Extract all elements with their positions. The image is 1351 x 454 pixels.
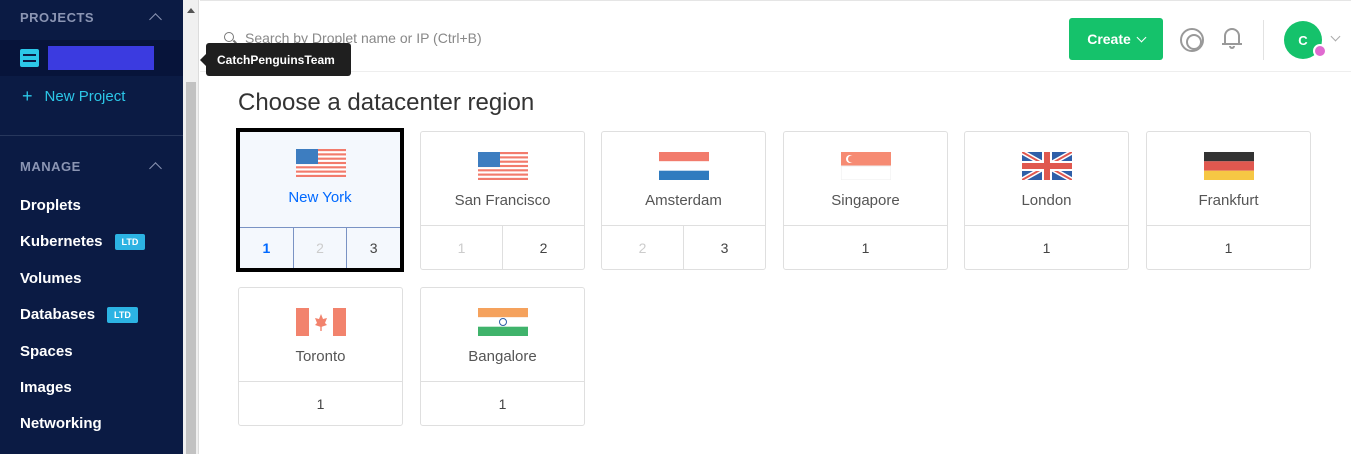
avatar-badge-icon: [1313, 44, 1327, 58]
region-card-london[interactable]: London 1: [964, 131, 1129, 270]
region-card-frankfurt[interactable]: Frankfurt 1: [1146, 131, 1311, 270]
datacenter-number-group: 123: [240, 227, 400, 268]
scroll-up-arrow-icon[interactable]: [187, 8, 195, 13]
sidebar-item-kubernetes[interactable]: Kubernetes LTD: [20, 233, 146, 250]
projects-heading: PROJECTS: [20, 10, 95, 25]
datacenter-number-option: 2: [638, 239, 647, 256]
region-name: Amsterdam: [645, 192, 722, 209]
region-card-amsterdam[interactable]: Amsterdam 2 3: [601, 131, 766, 270]
in-flag-icon: [478, 308, 528, 336]
region-name: Bangalore: [468, 348, 537, 365]
region-card-new-york[interactable]: New York 1 2 3: [236, 128, 404, 272]
create-button[interactable]: Create: [1069, 18, 1163, 60]
ltd-badge: LTD: [107, 306, 138, 323]
datacenter-number-option[interactable]: 3: [346, 228, 400, 268]
us-flag-icon: [296, 149, 346, 177]
sidebar-item-volumes[interactable]: Volumes: [20, 270, 81, 287]
datacenter-number-group: 1: [421, 381, 584, 425]
datacenter-number-option[interactable]: 1: [1147, 226, 1310, 269]
region-name: Singapore: [831, 192, 900, 209]
new-project-label: New Project: [44, 87, 126, 105]
datacenter-number-group: 12: [421, 225, 584, 269]
uk-flag-icon: [1020, 149, 1074, 183]
sidebar-item-label: Droplets: [20, 197, 81, 214]
sidebar-item-label: Kubernetes: [20, 233, 103, 250]
sidebar-item-label: Images: [20, 379, 72, 396]
sidebar: PROJECTS + New Project MANAGE Droplets K…: [0, 0, 183, 454]
project-item[interactable]: [0, 40, 183, 76]
manage-heading: MANAGE: [20, 159, 81, 174]
sidebar-item-droplets[interactable]: Droplets: [20, 197, 81, 214]
topbar-divider: [1263, 20, 1264, 60]
region-card-san-francisco[interactable]: San Francisco 1 2: [420, 131, 585, 270]
sidebar-scrollbar[interactable]: [183, 0, 199, 454]
sidebar-item-images[interactable]: Images: [20, 379, 72, 396]
plus-icon: +: [22, 86, 33, 106]
sidebar-divider: [0, 135, 183, 136]
ltd-badge: LTD: [114, 233, 146, 250]
manage-collapse-icon[interactable]: [149, 162, 162, 175]
sidebar-item-label: Databases: [20, 306, 96, 323]
region-name: Toronto: [295, 348, 346, 365]
region-name: San Francisco: [454, 192, 551, 209]
datacenter-number-option[interactable]: 2: [502, 226, 584, 269]
datacenter-number-option[interactable]: 1: [965, 226, 1128, 269]
datacenter-number-option: 1: [457, 239, 466, 256]
us-flag-icon: [478, 152, 528, 180]
region-name: New York: [288, 189, 352, 206]
search-icon: [224, 32, 234, 42]
ca-flag-icon: [296, 308, 346, 336]
sidebar-item-networking[interactable]: Networking: [20, 415, 102, 432]
datacenter-number-option[interactable]: 1: [239, 382, 402, 425]
datacenter-number-option[interactable]: 3: [683, 226, 765, 269]
region-card-singapore[interactable]: Singapore 1: [783, 131, 948, 270]
create-button-label: Create: [1087, 31, 1131, 47]
datacenter-number-group: 1: [784, 225, 947, 269]
region-name: Frankfurt: [1198, 192, 1259, 209]
datacenter-number-group: 23: [602, 225, 765, 269]
page-title: Choose a datacenter region: [238, 89, 535, 116]
bell-icon[interactable]: [1222, 26, 1242, 50]
datacenter-number-option[interactable]: 1: [784, 226, 947, 269]
region-card-toronto[interactable]: Toronto 1: [238, 287, 403, 426]
region-name: London: [1021, 192, 1072, 209]
region-card-bangalore[interactable]: Bangalore 1: [420, 287, 585, 426]
sidebar-item-spaces[interactable]: Spaces: [20, 343, 73, 360]
datacenter-number-option: 2: [292, 228, 347, 268]
datacenter-number-group: 1: [965, 225, 1128, 269]
project-logo-icon: [20, 49, 39, 67]
sidebar-item-label: Spaces: [20, 343, 73, 360]
help-lifebuoy-icon[interactable]: [1180, 28, 1204, 52]
project-tooltip: CatchPenguinsTeam: [200, 43, 351, 76]
datacenter-number-group: 1: [1147, 225, 1310, 269]
chevron-down-icon: [1136, 32, 1147, 42]
de-flag-icon: [1204, 152, 1254, 180]
nl-flag-icon: [659, 152, 709, 180]
datacenter-number-option[interactable]: 1: [421, 382, 584, 425]
sg-flag-icon: [840, 152, 892, 181]
new-project-link[interactable]: + New Project: [22, 87, 125, 105]
sidebar-item-label: Networking: [20, 415, 102, 432]
project-name-redacted: [48, 46, 154, 70]
projects-collapse-icon[interactable]: [149, 13, 162, 26]
scroll-thumb[interactable]: [186, 82, 196, 454]
datacenter-number-option[interactable]: 1: [240, 228, 293, 268]
datacenter-number-group: 1: [239, 381, 402, 425]
avatar-initial: C: [1298, 32, 1308, 48]
sidebar-item-databases[interactable]: Databases LTD: [20, 306, 138, 323]
sidebar-item-label: Volumes: [20, 270, 82, 287]
